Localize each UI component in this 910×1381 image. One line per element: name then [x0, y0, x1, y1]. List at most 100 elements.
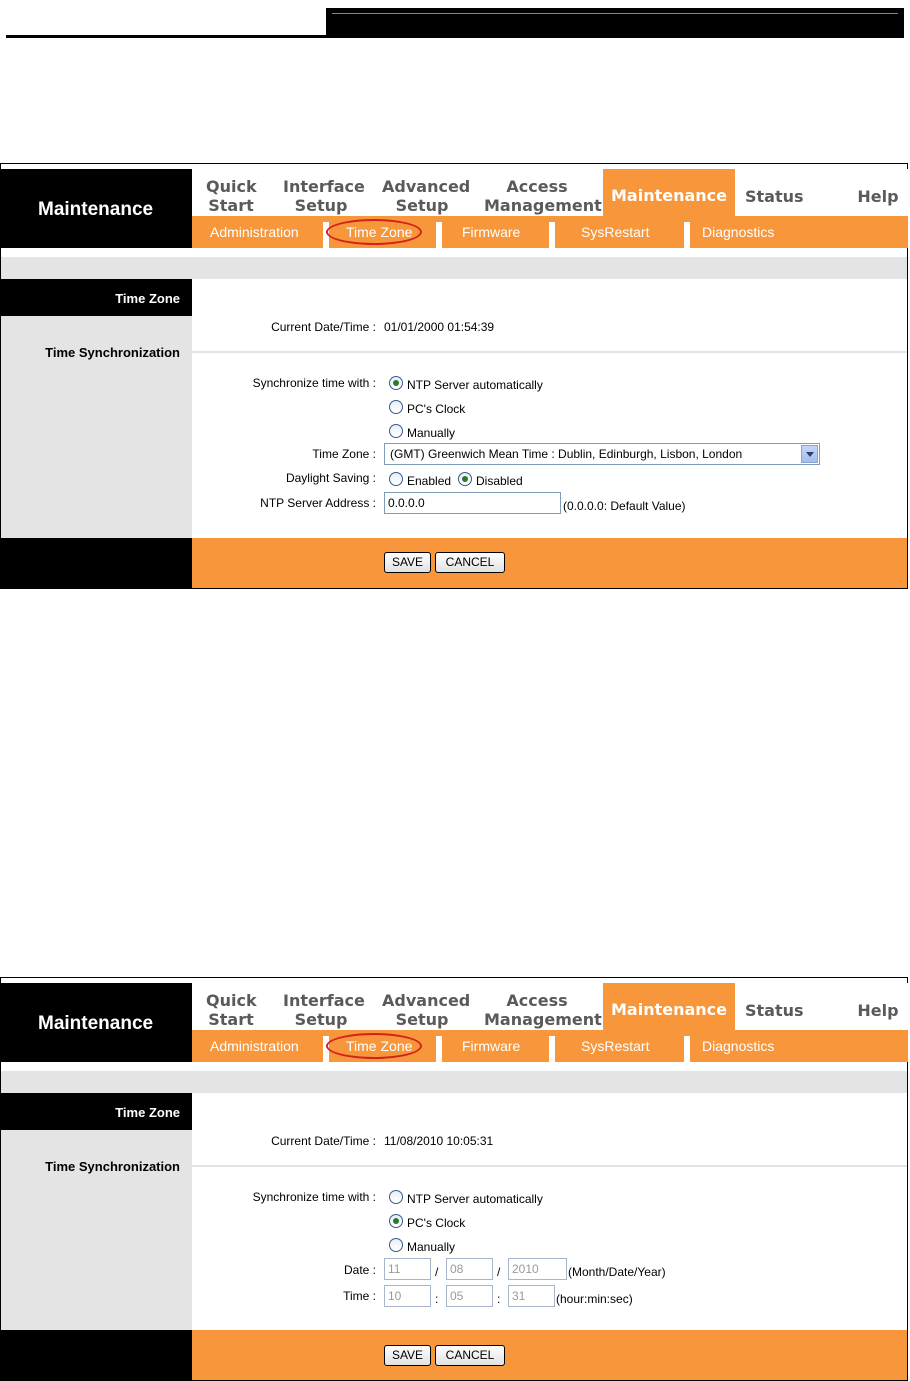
nav-maintenance[interactable]: Maintenance: [603, 169, 735, 216]
manually-label: Manually: [407, 1240, 456, 1254]
radio-daylight-disabled[interactable]: [458, 472, 472, 486]
radio-manually[interactable]: [389, 1238, 403, 1252]
subnav-separator: [436, 1036, 442, 1062]
maintenance-logo: Maintenance: [1, 169, 192, 248]
nav-quick-start[interactable]: Quick Start: [206, 991, 257, 1029]
pc-clock-label: PC's Clock: [407, 402, 466, 416]
radio-ntp-auto[interactable]: [389, 376, 403, 390]
subnav-administration[interactable]: Administration: [210, 1038, 299, 1054]
current-datetime-label: Current Date/Time :: [271, 320, 376, 334]
time-sec-input[interactable]: 31: [508, 1285, 555, 1307]
date-day-input[interactable]: 08: [446, 1258, 493, 1280]
time-zone-select[interactable]: (GMT) Greenwich Mean Time : Dublin, Edin…: [384, 443, 820, 465]
save-button[interactable]: SAVE: [384, 1345, 431, 1366]
radio-daylight-enabled[interactable]: [389, 472, 403, 486]
ntp-auto-label: NTP Server automatically: [407, 1192, 543, 1206]
radio-ntp-auto[interactable]: [389, 1190, 403, 1204]
section-title-box: Time Zone: [1, 1093, 192, 1130]
time-zone-panel-pc-clock: Maintenance Quick Start Interface Setup Ad…: [0, 977, 908, 1381]
subnav-diagnostics[interactable]: Diagnostics: [702, 1038, 774, 1054]
footer-left: [1, 1330, 192, 1380]
spacer-band: [1, 1071, 907, 1093]
nav-help[interactable]: Help: [856, 187, 900, 206]
section-title-box: Time Zone: [1, 279, 192, 316]
subnav-firmware[interactable]: Firmware: [462, 224, 520, 240]
sync-with-label: Synchronize time with :: [252, 1190, 376, 1204]
nav-status[interactable]: Status: [745, 1001, 804, 1020]
date-separator: /: [497, 1265, 501, 1279]
enabled-label: Enabled: [407, 474, 452, 488]
nav-interface-setup[interactable]: Interface Setup: [283, 991, 365, 1029]
current-datetime-value: 01/01/2000 01:54:39: [384, 320, 495, 334]
nav-quick-start[interactable]: Quick Start: [206, 177, 257, 215]
date-format-hint: (Month/Date/Year): [568, 1265, 666, 1279]
subnav-time-zone[interactable]: Time Zone: [346, 1038, 412, 1054]
cancel-button[interactable]: CANCEL: [435, 552, 505, 573]
time-zone-label: Time Zone :: [312, 447, 376, 461]
radio-pc-clock[interactable]: [389, 1214, 403, 1228]
subnav-separator: [684, 222, 690, 248]
cancel-button[interactable]: CANCEL: [435, 1345, 505, 1366]
footer-left: [1, 538, 192, 588]
ntp-server-label: NTP Server Address :: [260, 496, 376, 510]
nav-maintenance[interactable]: Maintenance: [603, 983, 735, 1030]
left-sidebar: Time Zone Time Synchronization: [1, 279, 192, 538]
nav-help[interactable]: Help: [856, 1001, 900, 1020]
subnav-administration[interactable]: Administration: [210, 224, 299, 240]
time-hour-input[interactable]: 10: [384, 1285, 431, 1307]
nav-status[interactable]: Status: [745, 187, 804, 206]
radio-pc-clock[interactable]: [389, 400, 403, 414]
subnav-separator: [436, 222, 442, 248]
nav-access-management[interactable]: Access Management: [484, 177, 602, 215]
manually-label: Manually: [407, 426, 456, 440]
subnav-separator: [684, 1036, 690, 1062]
nav-interface-setup[interactable]: Interface Setup: [283, 177, 365, 215]
sub-nav: Administration Time Zone Firmware SysRes…: [192, 1030, 908, 1062]
radio-manually[interactable]: [389, 424, 403, 438]
disabled-label: Disabled: [476, 474, 523, 488]
main-nav: Quick Start Interface Setup Advanced Setup …: [192, 169, 908, 216]
time-min-input[interactable]: 05: [446, 1285, 493, 1307]
time-label: Time :: [343, 1289, 376, 1303]
current-datetime-label: Current Date/Time :: [271, 1134, 376, 1148]
subnav-firmware[interactable]: Firmware: [462, 1038, 520, 1054]
header-rule: [6, 35, 326, 38]
section-subtitle: Time Synchronization: [45, 1159, 180, 1174]
save-button[interactable]: SAVE: [384, 552, 431, 573]
chevron-down-icon[interactable]: [801, 445, 818, 463]
time-zone-panel-ntp: Maintenance Quick Start Interface Setup Ad…: [0, 163, 908, 589]
ntp-server-hint: (0.0.0.0: Default Value): [563, 499, 686, 513]
main-nav: Quick Start Interface Setup Advanced Setup …: [192, 983, 908, 1030]
subnav-sysrestart[interactable]: SysRestart: [581, 1038, 649, 1054]
subnav-diagnostics[interactable]: Diagnostics: [702, 224, 774, 240]
time-format-hint: (hour:min:sec): [556, 1292, 633, 1306]
date-year-input[interactable]: 2010: [508, 1258, 567, 1280]
ntp-server-input[interactable]: 0.0.0.0: [384, 492, 561, 514]
subnav-separator: [549, 222, 555, 248]
section-subtitle: Time Synchronization: [45, 345, 180, 360]
sub-nav: Administration Time Zone Firmware SysRes…: [192, 216, 908, 248]
divider: [192, 1165, 907, 1167]
subnav-sysrestart[interactable]: SysRestart: [581, 224, 649, 240]
footer-bar: SAVE CANCEL: [192, 538, 907, 588]
subnav-separator: [549, 1036, 555, 1062]
document-header: [0, 0, 910, 40]
daylight-saving-label: Daylight Saving :: [285, 471, 376, 485]
footer-bar: SAVE CANCEL: [192, 1330, 907, 1380]
date-separator: /: [435, 1265, 439, 1279]
spacer-band: [1, 257, 907, 279]
section-title: Time Zone: [115, 291, 180, 306]
left-sidebar: Time Zone Time Synchronization: [1, 1093, 192, 1330]
section-title: Time Zone: [115, 1105, 180, 1120]
time-separator: :: [497, 1292, 501, 1306]
nav-advanced-setup[interactable]: Advanced Setup: [382, 177, 470, 215]
header-block: [326, 8, 904, 38]
subnav-time-zone[interactable]: Time Zone: [346, 224, 412, 240]
divider: [192, 351, 907, 353]
sync-with-label: Synchronize time with :: [252, 376, 376, 390]
date-label: Date :: [343, 1263, 376, 1277]
nav-access-management[interactable]: Access Management: [484, 991, 602, 1029]
date-month-input[interactable]: 11: [384, 1258, 431, 1280]
nav-advanced-setup[interactable]: Advanced Setup: [382, 991, 470, 1029]
pc-clock-label: PC's Clock: [407, 1216, 466, 1230]
